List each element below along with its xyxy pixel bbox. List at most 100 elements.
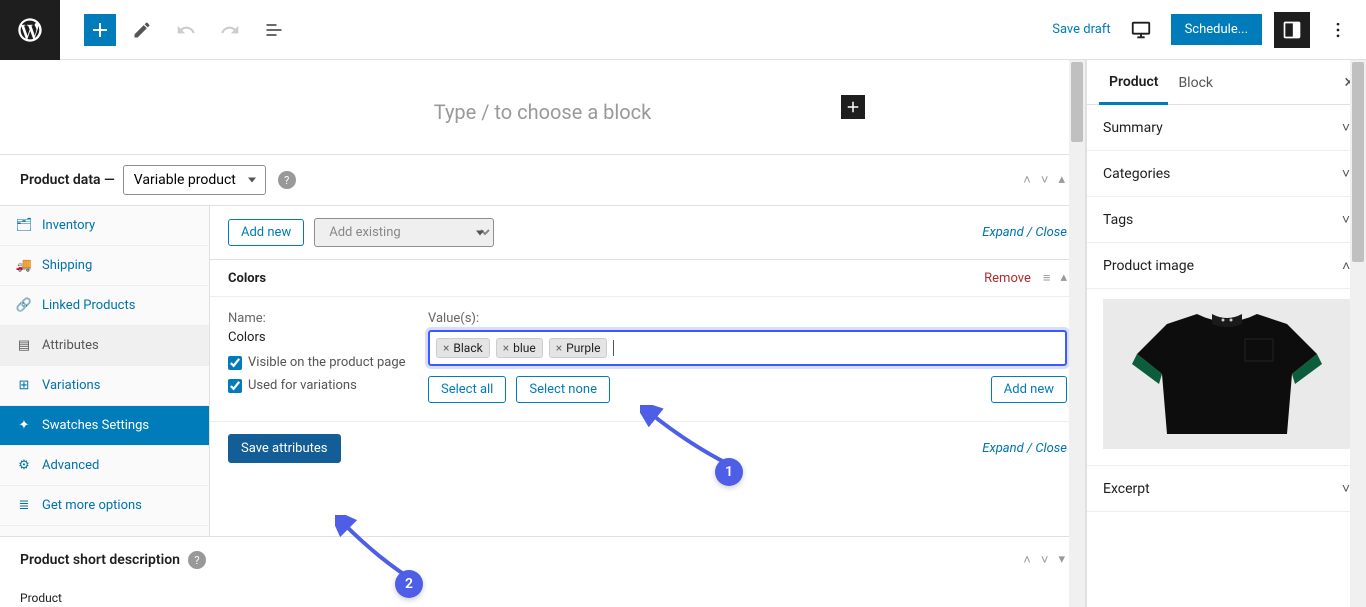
values-actions: Select all Select none Add new [428, 376, 1067, 403]
drag-handle-icon[interactable]: ≡ [1043, 270, 1051, 286]
tab-attributes[interactable]: ▤Attributes [0, 326, 209, 366]
chevron-up-icon: ˅ [1342, 257, 1350, 274]
sidebar-scrollbar[interactable] [1350, 60, 1366, 607]
add-new-value-button[interactable]: Add new [991, 376, 1067, 403]
chevron-down-icon: ˅ [1342, 480, 1350, 497]
wordpress-logo[interactable] [0, 0, 60, 60]
add-block-button[interactable] [84, 14, 116, 46]
product-type-select[interactable]: Variable product [123, 165, 266, 195]
more-options-icon[interactable] [1322, 12, 1354, 48]
editor-scrollbar[interactable] [1069, 60, 1085, 607]
settings-sidebar: Product Block × Summary˅ Categories˅ Tag… [1086, 60, 1366, 607]
section-collapse-controls: ˄ ˅ ▾ [1023, 552, 1065, 568]
attributes-icon: ▤ [16, 338, 32, 353]
collapse-triangle-icon[interactable]: ▾ [1058, 552, 1065, 568]
tab-linked-products[interactable]: 🔗 Linked Products [0, 286, 209, 326]
value-chip: ×Purple [549, 338, 608, 358]
inline-add-block-button[interactable] [841, 95, 865, 119]
edit-icon[interactable] [124, 12, 160, 48]
attribute-left: Name: Colors Visible on the product page… [228, 311, 408, 403]
panel-excerpt[interactable]: Excerpt˅ [1087, 466, 1366, 512]
attributes-footer: Save attributes Expand / Close [210, 421, 1085, 483]
tab-label: Linked Products [42, 298, 135, 313]
chevron-down-icon[interactable]: ˅ [1041, 172, 1049, 188]
collapse-triangle-icon[interactable]: ▴ [1058, 172, 1065, 188]
list-view-icon[interactable] [256, 12, 292, 48]
gear-icon: ⚙ [16, 458, 32, 473]
product-data-tabs: 🗂Inventory 🚚Shipping 🔗Linked Products ▤A… [0, 206, 210, 536]
tab-swatches-settings[interactable]: ✦Swatches Settings [0, 406, 209, 446]
attribute-row-header: Colors Remove ≡ ▴ [210, 259, 1085, 296]
tab-label: Advanced [42, 458, 99, 473]
product-image-thumbnail [1117, 304, 1337, 444]
tab-label: Inventory [42, 218, 95, 233]
chip-remove-icon[interactable]: × [443, 341, 449, 355]
tab-inventory[interactable]: 🗂Inventory [0, 206, 209, 246]
panel-label: Tags [1103, 212, 1133, 228]
redo-icon[interactable] [212, 12, 248, 48]
help-icon[interactable]: ? [188, 551, 206, 569]
short-description-title: Product short description [20, 552, 180, 568]
editor-tools [124, 12, 292, 48]
tab-get-more-options[interactable]: ≣Get more options [0, 486, 209, 526]
chip-remove-icon[interactable]: × [556, 341, 562, 355]
value-chip: × blue [496, 338, 543, 358]
collapse-attribute-icon[interactable]: ▴ [1060, 270, 1067, 286]
device-preview-icon[interactable] [1123, 12, 1159, 48]
used-variations-label: Used for variations [248, 378, 357, 393]
attribute-title: Colors [228, 271, 266, 286]
panel-categories[interactable]: Categories˅ [1087, 151, 1366, 197]
block-placeholder[interactable]: Type / to choose a block [0, 60, 1085, 154]
tab-variations[interactable]: ⊞Variations [0, 366, 209, 406]
product-data-header: Product data — Variable product ? ˄ ˅ ▴ [0, 155, 1085, 206]
values-label: Value(s): [428, 311, 1067, 326]
attribute-values-box[interactable]: × Black × blue ×Purple [428, 330, 1067, 366]
panel-label: Product image [1103, 258, 1194, 274]
undo-icon[interactable] [168, 12, 204, 48]
expand-close-link-bottom[interactable]: Expand / Close [982, 441, 1067, 456]
expand-close-link[interactable]: Expand / Close [982, 225, 1067, 240]
sidebar-tab-block[interactable]: Block [1168, 61, 1223, 103]
chevron-down-icon[interactable]: ˅ [1041, 552, 1049, 568]
name-label: Name: [228, 311, 408, 326]
tab-advanced[interactable]: ⚙ Advanced [0, 446, 209, 486]
attributes-toolbar: Add new Add existing Expand / Close [210, 206, 1085, 259]
visible-checkbox[interactable] [228, 356, 242, 370]
chip-remove-icon[interactable]: × [503, 341, 509, 355]
product-image-preview[interactable] [1087, 289, 1366, 466]
attribute-name-value: Colors [228, 330, 408, 345]
save-draft-link[interactable]: Save draft [1052, 22, 1110, 37]
select-none-button[interactable]: Select none [516, 376, 610, 403]
panel-label: Summary [1103, 120, 1163, 136]
schedule-button[interactable]: Schedule... [1171, 14, 1262, 45]
tab-label: Get more options [42, 498, 142, 513]
tab-shipping[interactable]: 🚚Shipping [0, 246, 209, 286]
panel-tags[interactable]: Tags˅ [1087, 197, 1366, 243]
add-existing-select[interactable]: Add existing [314, 218, 494, 247]
settings-panel-toggle[interactable] [1274, 12, 1310, 48]
chip-label: Black [453, 341, 482, 355]
attribute-edit-row: Name: Colors Visible on the product page… [210, 296, 1085, 421]
used-variations-row: Used for variations [228, 378, 408, 393]
tab-label: Shipping [42, 258, 92, 273]
attribute-value-input[interactable] [613, 340, 1059, 356]
chip-label: blue [513, 341, 536, 355]
panel-product-image[interactable]: Product image ˅ [1087, 243, 1366, 289]
save-attributes-button[interactable]: Save attributes [228, 434, 341, 463]
link-icon: 🔗 [16, 298, 32, 313]
panel-summary[interactable]: Summary˅ [1087, 105, 1366, 151]
select-all-button[interactable]: Select all [428, 376, 506, 403]
chevron-up-icon[interactable]: ˄ [1023, 172, 1031, 188]
main-area: Type / to choose a block Product data — … [0, 60, 1366, 607]
chevron-up-icon[interactable]: ˄ [1023, 552, 1031, 568]
remove-attribute-link[interactable]: Remove [984, 271, 1031, 286]
panel-label: Categories [1103, 166, 1170, 182]
top-bar-right: Save draft Schedule... [1052, 12, 1366, 48]
visible-label: Visible on the product page [248, 355, 406, 370]
used-variations-checkbox[interactable] [228, 379, 242, 393]
help-icon[interactable]: ? [278, 171, 296, 189]
add-new-attribute-button[interactable]: Add new [228, 219, 304, 246]
top-bar: Save draft Schedule... [0, 0, 1366, 60]
sidebar-tab-product[interactable]: Product [1099, 60, 1168, 105]
product-data-section: Product data — Variable product ? ˄ ˅ ▴ … [0, 154, 1085, 536]
